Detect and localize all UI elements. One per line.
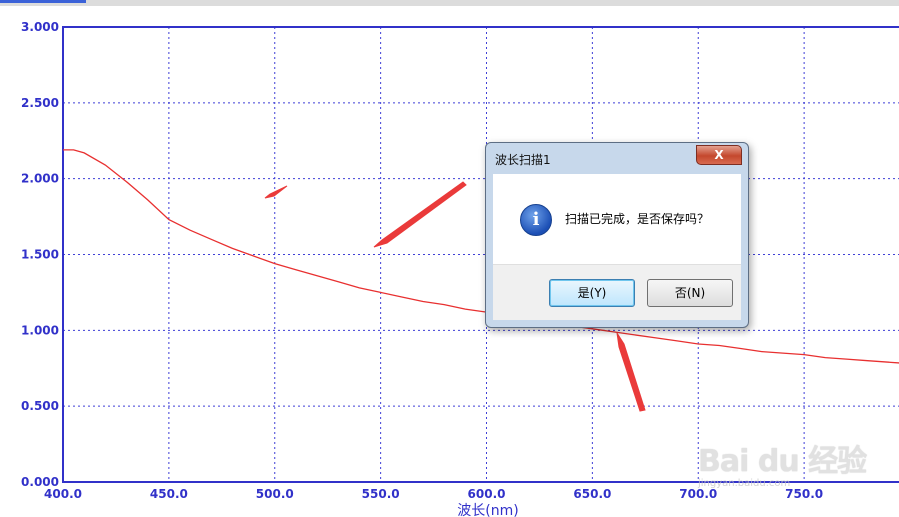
y-tick-label: 1.500 (21, 248, 59, 262)
y-tick-label: 3.000 (21, 20, 59, 34)
no-button[interactable]: 否(N) (647, 279, 733, 307)
close-icon: X (714, 148, 724, 162)
x-tick-label: 600.0 (468, 487, 506, 501)
x-tick-label: 400.0 (44, 487, 82, 501)
close-button[interactable]: X (696, 145, 742, 165)
y-tick-label: 0.500 (21, 399, 59, 413)
y-tick-label: 2.000 (21, 172, 59, 186)
watermark-logo: Bai du 经验 (698, 444, 867, 479)
y-tick-label: 0.000 (21, 475, 59, 489)
annotation-arrow-bottom (616, 332, 646, 412)
dialog-body: i 扫描已完成，是否保存吗？ 是(Y) 否(N) (493, 174, 741, 320)
x-tick-label: 550.0 (362, 487, 400, 501)
grid-lines (63, 27, 899, 482)
x-tick-label: 450.0 (150, 487, 188, 501)
scan-complete-dialog: 波长扫描1 X i 扫描已完成，是否保存吗？ 是(Y) 否(N) (485, 142, 749, 328)
y-tick-label: 1.000 (21, 323, 59, 337)
y-tick-labels: 0.000 0.500 1.000 1.500 2.000 2.500 3.000 (21, 20, 59, 489)
dialog-title: 波长扫描1 (495, 153, 551, 167)
series-line (63, 149, 899, 364)
annotation-arrow-large (373, 181, 467, 248)
baidu-watermark: Bai du 经验 jingyan.baidu.com (698, 418, 868, 498)
x-axis-label: 波长(nm) (457, 503, 518, 517)
watermark-url: jingyan.baidu.com (698, 478, 791, 489)
yes-button[interactable]: 是(Y) (549, 279, 635, 307)
x-tick-label: 650.0 (573, 487, 611, 501)
y-tick-label: 2.500 (21, 96, 59, 110)
x-tick-label: 500.0 (256, 487, 294, 501)
annotation-arrow-small (264, 185, 288, 199)
dialog-button-bar: 是(Y) 否(N) (493, 264, 741, 320)
dialog-message: 扫描已完成，是否保存吗？ (565, 212, 710, 226)
info-icon: i (520, 204, 552, 236)
